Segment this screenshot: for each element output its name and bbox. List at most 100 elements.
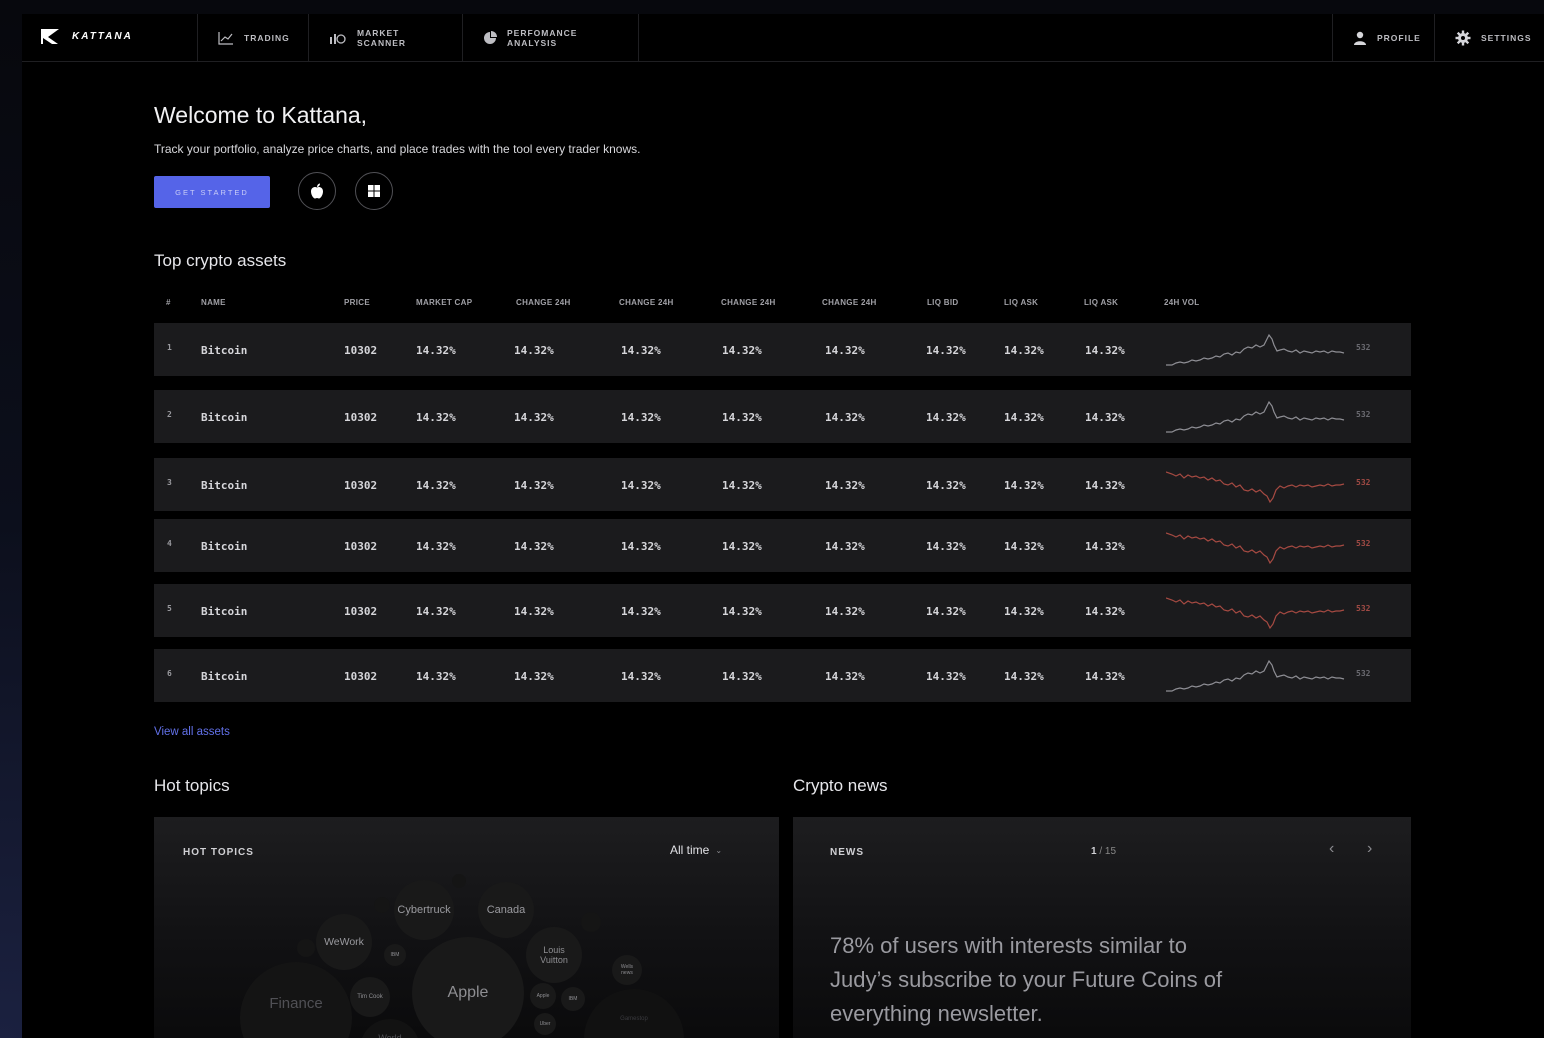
assets-section-title: Top crypto assets — [154, 251, 287, 270]
table-row[interactable]: 2 Bitcoin 10302 14.32% 14.32% 14.32% 14.32% 14.… — [154, 390, 1411, 443]
value-cell: 14.32% — [514, 540, 554, 553]
value-cell: 14.32% — [1004, 411, 1044, 424]
table-row[interactable]: 5 Bitcoin 10302 14.32% 14.32% 14.32% 14.32% 14.… — [154, 584, 1411, 637]
pie-chart-icon — [484, 31, 497, 44]
topic-bubble[interactable]: Gamestop — [584, 989, 684, 1038]
topic-bubble[interactable]: Uber — [534, 1013, 556, 1035]
volume-cell: 532 — [1356, 539, 1371, 548]
name-cell: Bitcoin — [201, 670, 248, 683]
value-cell: 14.32% — [514, 344, 554, 357]
chevron-down-icon: ⌄ — [715, 845, 723, 855]
volume-sparkline — [1166, 532, 1345, 565]
value-cell: 14.32% — [722, 670, 762, 683]
value-cell: 14.32% — [926, 479, 966, 492]
value-cell: 14.32% — [1085, 540, 1125, 553]
value-cell: 14.32% — [416, 411, 456, 424]
value-cell: 14.32% — [1085, 411, 1125, 424]
topic-bubble[interactable]: Louis Vuitton — [526, 927, 582, 983]
news-page-current: 1 — [1091, 846, 1097, 857]
topic-bubble-decor — [452, 874, 466, 888]
nav-settings[interactable]: SETTINGS — [1434, 14, 1544, 62]
news-label: NEWS — [830, 847, 864, 858]
nav-profile[interactable]: PROFILE — [1332, 14, 1434, 62]
column-header: 24H VOL — [1164, 298, 1200, 307]
name-cell: Bitcoin — [201, 605, 248, 618]
value-cell: 14.32% — [416, 344, 456, 357]
price-cell: 10302 — [344, 344, 378, 357]
value-cell: 14.32% — [1085, 479, 1125, 492]
value-cell: 14.32% — [416, 540, 456, 553]
name-cell: Bitcoin — [201, 479, 248, 492]
column-header: LIQ BID — [927, 298, 959, 307]
nav-market-scanner[interactable]: MARKET SCANNER — [308, 14, 462, 62]
line-chart-icon — [218, 32, 233, 45]
topic-bubble[interactable]: Tim Cook — [350, 977, 390, 1017]
topic-bubble[interactable]: Apple — [530, 983, 556, 1009]
topic-bubble[interactable]: Apple — [412, 937, 524, 1038]
volume-sparkline — [1166, 659, 1345, 692]
value-cell: 14.32% — [926, 670, 966, 683]
topic-bubble[interactable]: WeWork — [316, 914, 372, 970]
nav-settings-label: SETTINGS — [1481, 33, 1532, 43]
topic-bubble[interactable]: Finance — [240, 962, 352, 1038]
apple-download-button[interactable] — [298, 172, 336, 210]
rank-cell: 4 — [167, 539, 172, 548]
windows-download-button[interactable] — [355, 172, 393, 210]
time-filter-dropdown[interactable]: All time ⌄ — [670, 843, 722, 857]
value-cell: 14.32% — [1004, 479, 1044, 492]
nav-performance-analysis[interactable]: PERFOMANCE ANALYSIS — [462, 14, 639, 62]
volume-sparkline — [1166, 597, 1345, 630]
price-cell: 10302 — [344, 479, 378, 492]
value-cell: 14.32% — [926, 540, 966, 553]
news-headline[interactable]: 78% of users with interests similar to J… — [830, 929, 1250, 1031]
get-started-button[interactable]: GET STARTED — [154, 176, 270, 208]
value-cell: 14.32% — [722, 344, 762, 357]
topic-bubble[interactable]: Canada — [478, 882, 534, 938]
logo[interactable]: KATTANA — [40, 28, 133, 45]
topic-bubble[interactable]: IBM — [561, 987, 585, 1011]
topic-bubble[interactable]: Wells news — [612, 955, 642, 985]
hot-topics-label: HOT TOPICS — [183, 847, 254, 858]
column-header: CHANGE 24H — [721, 298, 776, 307]
value-cell: 14.32% — [1004, 670, 1044, 683]
topic-bubble-decor — [581, 912, 601, 932]
app-window: KATTANA TRADING MARKET SCANNER PERFOMANC… — [22, 14, 1544, 1038]
rank-cell: 1 — [167, 343, 172, 352]
kattana-logo-icon — [41, 29, 59, 44]
value-cell: 14.32% — [825, 670, 865, 683]
column-header: # — [166, 298, 171, 307]
table-row[interactable]: 4 Bitcoin 10302 14.32% 14.32% 14.32% 14.32% 14.… — [154, 519, 1411, 572]
price-cell: 10302 — [344, 605, 378, 618]
table-row[interactable]: 3 Bitcoin 10302 14.32% 14.32% 14.32% 14.32% 14.… — [154, 458, 1411, 511]
value-cell: 14.32% — [1004, 605, 1044, 618]
assets-table-header: # NAME PRICE MARKET CAP CHANGE 24H CHANG… — [154, 298, 1411, 310]
value-cell: 14.32% — [722, 479, 762, 492]
table-row[interactable]: 6 Bitcoin 10302 14.32% 14.32% 14.32% 14.32% 14.… — [154, 649, 1411, 702]
logo-text: KATTANA — [72, 31, 133, 42]
value-cell: 14.32% — [514, 670, 554, 683]
chevron-left-icon[interactable]: ‹ — [1329, 840, 1334, 858]
topic-bubble[interactable]: Cybertruck — [394, 880, 454, 940]
value-cell: 14.32% — [621, 670, 661, 683]
rank-cell: 5 — [167, 604, 172, 613]
table-row[interactable]: 1 Bitcoin 10302 14.32% 14.32% 14.32% 14.32% 14.… — [154, 323, 1411, 376]
crypto-news-section-title: Crypto news — [793, 776, 888, 795]
chevron-right-icon[interactable]: › — [1367, 840, 1372, 858]
value-cell: 14.32% — [621, 344, 661, 357]
value-cell: 14.32% — [416, 479, 456, 492]
volume-cell: 532 — [1356, 669, 1371, 678]
volume-sparkline — [1166, 333, 1345, 366]
user-icon — [1354, 31, 1366, 45]
column-header: MARKET CAP — [416, 298, 473, 307]
news-page-total: 15 — [1104, 846, 1117, 857]
value-cell: 14.32% — [621, 605, 661, 618]
volume-cell: 532 — [1356, 343, 1371, 352]
value-cell: 14.32% — [1004, 344, 1044, 357]
topic-bubble[interactable]: IBM — [384, 944, 406, 966]
value-cell: 14.32% — [825, 344, 865, 357]
value-cell: 14.32% — [825, 479, 865, 492]
topic-bubble[interactable]: World — [360, 1019, 420, 1038]
nav-trading[interactable]: TRADING — [197, 14, 308, 62]
rank-cell: 3 — [167, 478, 172, 487]
view-all-assets-link[interactable]: View all assets — [154, 726, 230, 738]
